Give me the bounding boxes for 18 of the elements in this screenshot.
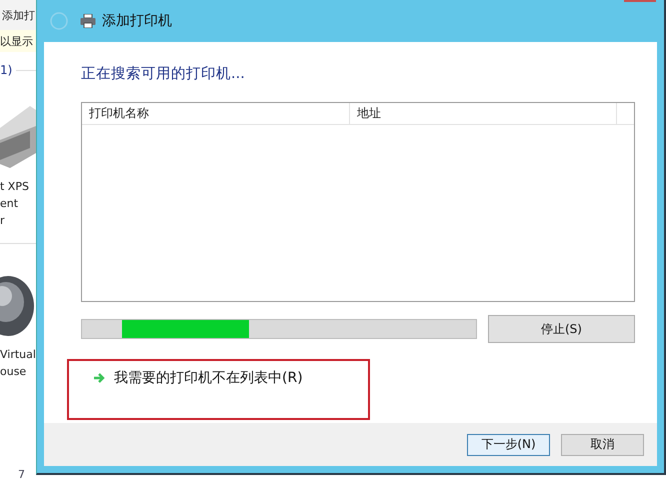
window-title: 添加打 (0, 0, 36, 30)
printer-list[interactable]: 打印机名称 地址 (81, 102, 635, 302)
item-count: 7 (18, 468, 25, 480)
printer-icon (80, 14, 96, 28)
notice-text: 以显示 (0, 34, 33, 48)
printer-not-listed-link[interactable]: 我需要的打印机不在列表中(R) (114, 369, 303, 387)
back-icon (50, 12, 68, 30)
next-button[interactable]: 下一步(N) (467, 434, 550, 456)
status-heading: 正在搜索可用的打印机... (81, 65, 246, 84)
column-header[interactable]: 打印机名称 (82, 103, 350, 124)
group-label: 1) (0, 63, 12, 77)
device-label: Virtual ouse (0, 347, 36, 380)
arrow-icon (93, 372, 105, 384)
column-header[interactable]: 地址 (350, 103, 617, 124)
cancel-button[interactable]: 取消 (561, 434, 644, 456)
dialog-title: 添加打印机 (102, 12, 172, 30)
device-label: t XPS ent r (0, 179, 30, 229)
stop-button[interactable]: 停止(S) (488, 315, 635, 343)
